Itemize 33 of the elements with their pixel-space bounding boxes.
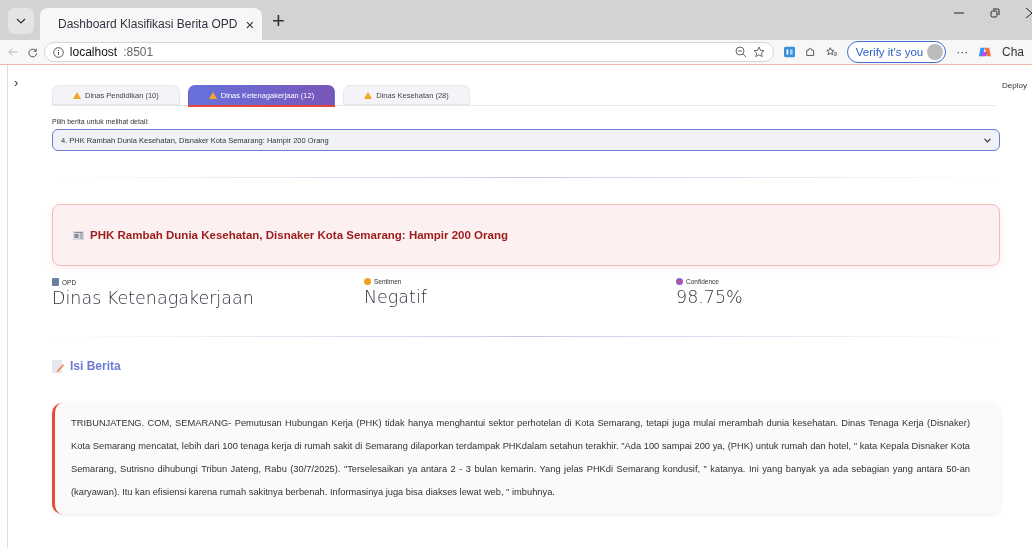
zoom-icon[interactable] bbox=[735, 46, 748, 58]
metric-value: Dinas Ketenagakerjaan bbox=[52, 288, 255, 308]
more-button[interactable]: ··· bbox=[956, 45, 969, 59]
chevron-down-icon bbox=[984, 137, 991, 143]
verify-button[interactable]: Verify it's you bbox=[846, 41, 947, 63]
browser-tab[interactable]: Dashboard Klasifikasi Berita OPD × bbox=[40, 8, 262, 40]
metric-value: 98.75% bbox=[676, 287, 744, 307]
deploy-button[interactable]: Deploy bbox=[1002, 81, 1027, 90]
chevron-down-icon bbox=[16, 18, 26, 24]
star-icon[interactable] bbox=[753, 46, 766, 58]
headline-title: PHK Rambah Dunia Kesehatan, Disnaker Kota Semarang: Hampir 200 Orang bbox=[90, 229, 508, 241]
info-icon bbox=[52, 46, 64, 58]
favorites-icon[interactable] bbox=[825, 46, 837, 58]
article-text: TRIBUNJATENG. COM, SEMARANG- Pemutusan Hubungan Kerja (PHK) tidak hanya menghantui sektor perhotelan di Kota Semarang, tetapi juga mulai merambah dunia kesehatan. Dinas Tenaga Kerja (Disnaker) Kota Semarang mencatat, lebih dari 100 tenaga kerja di rumah sakit di Semarang dilaporkan terdampak PHKdalam setahun terakhir. "Ada 100 sampai 200 ya, (PHK) untuk rumah dan hotel, " kata Kepala Disnaker Kota Semarang, Sutrisno dihubungi Tribun Jateng, Rabu (30/7/2025). "Terselesaikan ya antara 2 - 3 bulan kemarin. Yang jelas PHKdi Semarang kondusif, " katanya. Ini yang banyak ya ada sebagian yang antara 50-an (karyawan). Itu kan efisiensi karena rumah sakitnya berbenah. Informasinya juga bisa diakses lewat web, " imbuhnya. bbox=[71, 417, 970, 499]
building-icon bbox=[52, 278, 59, 286]
warning-icon bbox=[364, 91, 373, 99]
close-icon[interactable] bbox=[1026, 8, 1032, 18]
extension-icon[interactable] bbox=[784, 46, 796, 58]
address-bar[interactable]: localhost :8501 bbox=[43, 42, 775, 62]
section-title: Isi Berita bbox=[70, 359, 121, 373]
warning-icon bbox=[73, 91, 81, 99]
close-tab-button[interactable]: × bbox=[245, 15, 255, 33]
copilot-label[interactable]: Cha bbox=[1002, 45, 1024, 59]
memo-icon bbox=[52, 359, 64, 373]
target-icon bbox=[676, 278, 683, 285]
restore-icon[interactable] bbox=[990, 8, 1000, 18]
newspaper-icon bbox=[73, 230, 84, 240]
refresh-icon[interactable] bbox=[28, 46, 38, 58]
metric-value: Negatif bbox=[364, 287, 428, 307]
warning-icon bbox=[208, 91, 217, 99]
new-tab-button[interactable]: + bbox=[272, 8, 285, 34]
sidebar-toggle[interactable]: › bbox=[14, 75, 19, 90]
face-icon bbox=[364, 278, 371, 285]
